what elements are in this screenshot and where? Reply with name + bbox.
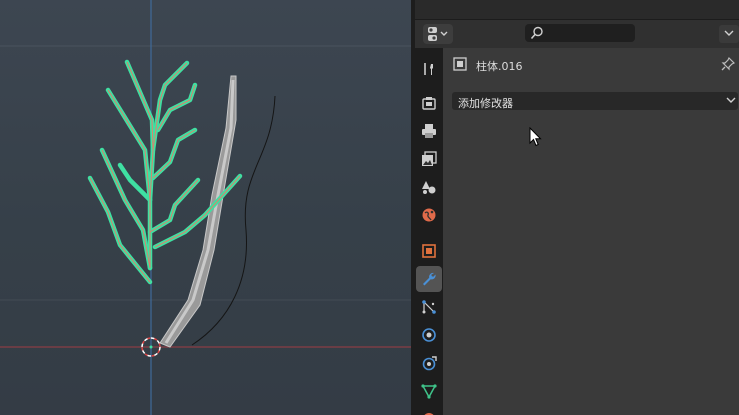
tab-scene[interactable] xyxy=(416,174,442,200)
tab-data[interactable] xyxy=(416,378,442,404)
tab-modifiers[interactable] xyxy=(416,266,442,292)
chevron-down-icon xyxy=(726,97,736,103)
tab-object[interactable] xyxy=(416,238,442,264)
physics-orbit-icon xyxy=(422,328,436,342)
tab-tool[interactable] xyxy=(416,56,442,82)
constraint-icon xyxy=(422,356,437,371)
object-name: 柱体.016 xyxy=(476,60,523,73)
scene-shapes-icon xyxy=(422,181,436,194)
object-square-icon xyxy=(422,244,436,258)
header-options-dropdown[interactable] xyxy=(719,25,739,43)
particles-icon xyxy=(422,300,436,314)
tab-world[interactable] xyxy=(416,202,442,228)
chevron-down-icon xyxy=(724,30,734,36)
tab-render[interactable] xyxy=(416,90,442,116)
pin-icon[interactable] xyxy=(721,57,735,71)
tab-view-layer[interactable] xyxy=(416,146,442,172)
tab-output[interactable] xyxy=(416,118,442,144)
tab-material-partial[interactable] xyxy=(416,406,442,415)
tab-constraints[interactable] xyxy=(416,350,442,376)
editor-type-dropdown[interactable] xyxy=(423,24,453,44)
properties-editor: 柱体.016 添加修改器 xyxy=(415,0,739,415)
object-icon xyxy=(453,57,467,71)
tab-particles[interactable] xyxy=(416,294,442,320)
add-modifier-dropdown[interactable]: 添加修改器 xyxy=(452,92,738,110)
search-input[interactable] xyxy=(525,24,635,42)
mouse-pointer-icon xyxy=(529,127,542,147)
tab-physics[interactable] xyxy=(416,322,442,348)
properties-top-strip xyxy=(415,0,739,20)
printer-icon xyxy=(422,124,436,138)
object-context-row: 柱体.016 xyxy=(443,48,739,78)
image-stack-icon xyxy=(422,151,437,166)
properties-header xyxy=(415,20,739,47)
wrench-icon xyxy=(423,272,436,286)
material-sphere-icon xyxy=(424,413,434,415)
viewport-scene xyxy=(0,0,411,415)
properties-editor-icon xyxy=(428,27,448,41)
wrench-screwdriver-icon xyxy=(424,63,433,75)
search-icon xyxy=(530,26,543,40)
properties-tab-bar xyxy=(415,48,443,415)
modifier-panel: 柱体.016 添加修改器 xyxy=(443,48,739,415)
add-modifier-label: 添加修改器 xyxy=(458,97,513,110)
globe-icon xyxy=(422,208,436,222)
camera-back-icon xyxy=(422,97,436,110)
3d-viewport[interactable] xyxy=(0,0,411,415)
mesh-triangle-icon xyxy=(421,384,437,399)
